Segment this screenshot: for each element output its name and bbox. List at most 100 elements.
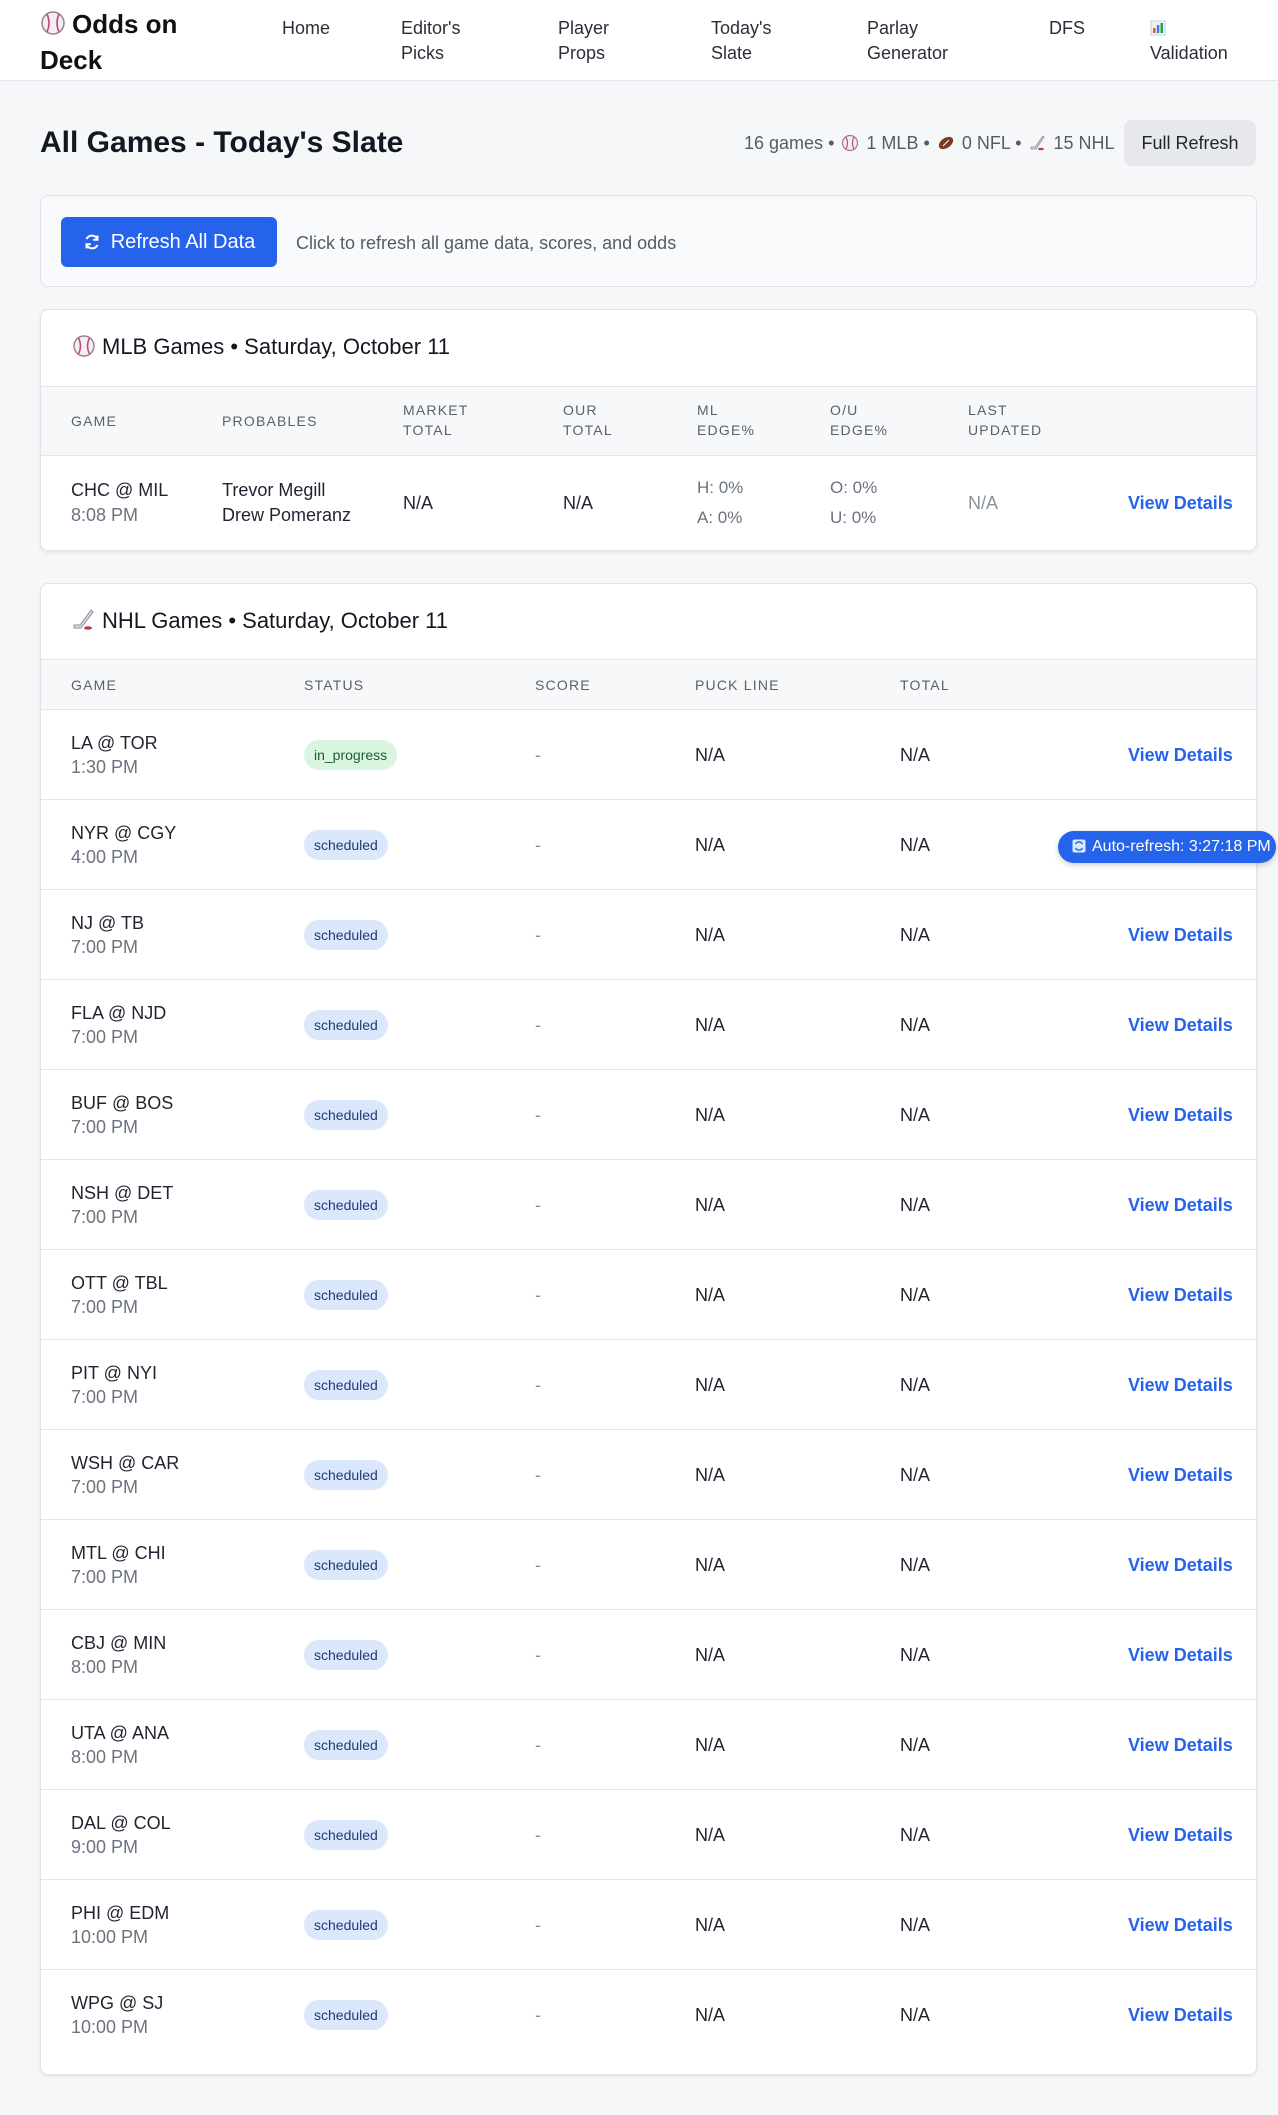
summary-nhl: 15 NHL — [1053, 133, 1115, 153]
game-score: - — [535, 1735, 541, 1755]
view-details-link[interactable]: View Details — [1128, 1193, 1233, 1218]
col-game: Game — [71, 413, 118, 429]
nav-todays-slate[interactable]: Today's Slate — [711, 16, 781, 66]
summary-separator: • — [828, 133, 835, 153]
view-details-link[interactable]: View Details — [1128, 1913, 1233, 1938]
game-total: N/A — [900, 1465, 931, 1485]
view-details-link[interactable]: View Details — [1128, 491, 1233, 516]
refresh-all-button[interactable]: Refresh All Data — [61, 217, 277, 267]
game-total: N/A — [900, 1285, 931, 1305]
summary-nfl: 0 NFL — [961, 133, 1011, 153]
col-score: Score — [535, 677, 591, 693]
nav-validation[interactable]: Validation — [1150, 16, 1240, 66]
view-details-link[interactable]: View Details — [1128, 1733, 1233, 1758]
ml-edge-away: A: 0% — [697, 508, 743, 527]
game-matchup: MTL @ CHI — [71, 1543, 166, 1563]
table-row: PHI @ EDM 10:00 PM scheduled - N/A N/A View De… — [41, 1880, 1256, 1970]
view-details-link[interactable]: View Details — [1128, 1643, 1233, 1668]
puck-line: N/A — [695, 1285, 726, 1305]
col-ou-edge: O/U Edge% — [830, 402, 889, 438]
game-score: - — [535, 1645, 541, 1665]
mlb-table-header: Game Probables Market Total Our Total ML… — [41, 386, 1256, 456]
view-details-link[interactable]: View Details — [1128, 1463, 1233, 1488]
view-details-link[interactable]: View Details — [1128, 1553, 1233, 1578]
game-score: - — [535, 1105, 541, 1125]
table-row: CBJ @ MIN 8:00 PM scheduled - N/A N/A View Det… — [41, 1610, 1256, 1700]
puck-line: N/A — [695, 2005, 726, 2025]
status-badge: scheduled — [304, 1730, 388, 1760]
our-total: N/A — [563, 493, 594, 513]
view-details-link[interactable]: View Details — [1128, 1013, 1233, 1038]
nav-dfs[interactable]: DFS — [1049, 16, 1085, 41]
full-refresh-button[interactable]: Full Refresh — [1124, 120, 1256, 166]
game-matchup: CHC @ MIL — [71, 480, 169, 500]
view-details-link[interactable]: View Details — [1128, 1103, 1233, 1128]
view-details-link[interactable]: View Details — [1128, 1823, 1233, 1848]
view-details-link[interactable]: View Details — [1128, 1283, 1233, 1308]
nav-home[interactable]: Home — [282, 16, 330, 41]
puck-line: N/A — [695, 1735, 726, 1755]
view-details-link[interactable]: View Details — [1128, 1373, 1233, 1398]
puck-line: N/A — [695, 1015, 726, 1035]
game-score: - — [535, 1825, 541, 1845]
col-ml-edge: ML Edge% — [697, 402, 756, 438]
nav-player-props[interactable]: Player Props — [558, 16, 618, 66]
game-total: N/A — [900, 1555, 931, 1575]
brand-logo[interactable]: Odds on Deck — [40, 6, 200, 78]
table-row: WPG @ SJ 10:00 PM scheduled - N/A N/A View Det… — [41, 1970, 1256, 2060]
baseball-icon — [41, 11, 65, 35]
game-matchup: WPG @ SJ — [71, 1993, 164, 2013]
game-score: - — [535, 925, 541, 945]
status-badge: scheduled — [304, 1190, 388, 1220]
status-badge: scheduled — [304, 1820, 388, 1850]
ml-edge-home: H: 0% — [697, 478, 744, 497]
nhl-card-title: NHL Games • Saturday, October 11 — [72, 608, 448, 634]
table-row: BUF @ BOS 7:00 PM scheduled - N/A N/A View Det… — [41, 1070, 1256, 1160]
nav-editors-picks[interactable]: Editor's Picks — [401, 16, 481, 66]
game-time: 8:00 PM — [71, 1747, 139, 1767]
mlb-card-title-text: MLB Games • Saturday, October 11 — [102, 334, 451, 359]
puck-line: N/A — [695, 925, 726, 945]
puck-line: N/A — [695, 1465, 726, 1485]
game-time: 8:08 PM — [71, 505, 139, 525]
page-title: All Games - Today's Slate — [40, 126, 404, 159]
puck-line: N/A — [695, 745, 726, 765]
game-time: 10:00 PM — [71, 1927, 149, 1947]
game-score: - — [535, 745, 541, 765]
game-total: N/A — [900, 1915, 931, 1935]
table-row: PIT @ NYI 7:00 PM scheduled - N/A N/A View Det… — [41, 1340, 1256, 1430]
game-time: 7:00 PM — [71, 1027, 139, 1047]
game-total: N/A — [900, 745, 931, 765]
nav-parlay-generator[interactable]: Parlay Generator — [867, 16, 957, 66]
view-details-link[interactable]: View Details — [1128, 743, 1233, 768]
ou-edge-over: O: 0% — [830, 478, 878, 497]
summary-separator: • — [1015, 133, 1022, 153]
game-matchup: CBJ @ MIN — [71, 1633, 167, 1653]
game-score: - — [535, 1375, 541, 1395]
market-total: N/A — [403, 493, 434, 513]
col-total: Total — [900, 677, 950, 693]
game-total: N/A — [900, 1195, 931, 1215]
ou-edge-under: U: 0% — [830, 508, 877, 527]
status-badge: scheduled — [304, 830, 388, 860]
game-score: - — [535, 1285, 541, 1305]
table-row: NSH @ DET 7:00 PM scheduled - N/A N/A View Det… — [41, 1160, 1256, 1250]
view-details-link[interactable]: View Details — [1128, 2003, 1233, 2028]
auto-refresh-indicator[interactable]: Auto-refresh: 3:27:18 PM — [1058, 831, 1276, 863]
puck-line: N/A — [695, 835, 726, 855]
table-row: CHC @ MIL 8:08 PM Trevor Megill Drew Pom… — [41, 456, 1256, 550]
summary-mlb: 1 MLB — [866, 133, 919, 153]
table-row: LA @ TOR 1:30 PM in_progress - N/A N/A View De… — [41, 710, 1256, 800]
baseball-icon — [73, 335, 95, 357]
game-matchup: LA @ TOR — [71, 733, 158, 753]
view-details-link[interactable]: View Details — [1128, 923, 1233, 948]
game-time: 8:00 PM — [71, 1657, 139, 1677]
auto-refresh-label: Auto-refresh: 3:27:18 PM — [1092, 838, 1271, 855]
status-badge: scheduled — [304, 2000, 388, 2030]
refresh-all-label: Refresh All Data — [110, 230, 256, 253]
game-matchup: WSH @ CAR — [71, 1453, 180, 1473]
refresh-icon — [85, 234, 99, 250]
col-probables: Probables — [222, 413, 318, 429]
status-badge: scheduled — [304, 1010, 388, 1040]
status-badge: scheduled — [304, 1460, 388, 1490]
